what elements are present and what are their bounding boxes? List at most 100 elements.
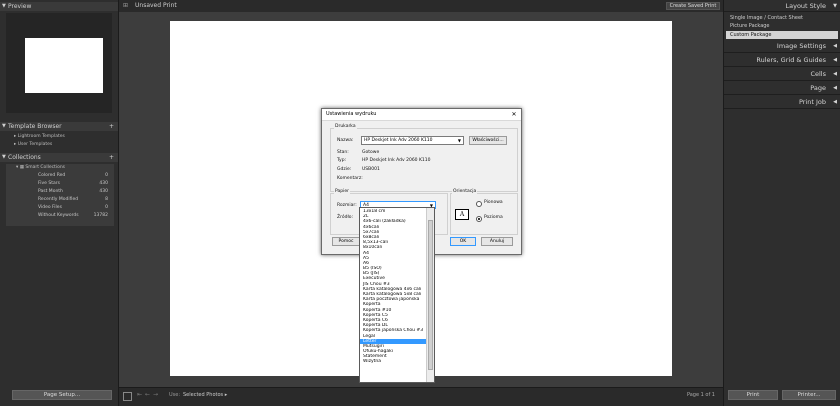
smart-collections-label: Smart Collections xyxy=(25,165,66,170)
section-label: Rulers, Grid & Guides xyxy=(756,56,826,64)
collection-name: Past Month xyxy=(38,189,63,194)
collection-count: 0 xyxy=(105,205,108,210)
collection-name: Video Files xyxy=(38,205,62,210)
collapse-triangle-icon: ▼ xyxy=(833,3,837,9)
collapse-triangle-icon: ▼ xyxy=(2,123,6,129)
left-panel: ▼ Preview ▼ Template Browser + ▸ Lightro… xyxy=(0,0,118,406)
page-setup-button[interactable]: Page Setup... xyxy=(12,390,112,400)
collection-count: 430 xyxy=(99,181,108,186)
dropdown-option[interactable]: Koperta japońska Chou #3 xyxy=(360,328,427,333)
section-label: Cells xyxy=(810,70,826,78)
section-page[interactable]: Page ◀ xyxy=(724,82,840,95)
use-label: Use: xyxy=(169,392,181,398)
chevron-down-icon: ▼ xyxy=(457,138,461,143)
ok-button[interactable]: OK xyxy=(450,237,476,246)
landscape-radio[interactable] xyxy=(476,216,482,222)
collection-name: Without Keywords xyxy=(38,213,79,218)
source-label: Źródło: xyxy=(337,215,353,220)
collection-item[interactable]: Colored Red 0 xyxy=(38,173,112,179)
create-saved-print-button[interactable]: Create Saved Print xyxy=(666,2,720,10)
top-bar: ⊞ Unsaved Print Create Saved Print xyxy=(119,0,723,12)
prev-page-icon[interactable]: ← xyxy=(145,391,150,398)
expand-triangle-icon: ◀ xyxy=(833,57,837,63)
portrait-label: Pionowa xyxy=(484,200,503,205)
preview-thumbnail xyxy=(25,38,103,93)
dropdown-items: 13x18 cm 2L 4x6-cali (zakładka) 4x6cali 5x7c… xyxy=(360,208,434,365)
scrollbar-thumb[interactable] xyxy=(428,220,433,370)
add-collection-icon[interactable]: + xyxy=(109,153,114,162)
cancel-button[interactable]: Anuluj xyxy=(481,237,513,246)
collection-name: Colored Red xyxy=(38,173,66,178)
where-label: Gdzie: xyxy=(337,167,352,172)
section-rulers-grid-guides[interactable]: Rulers, Grid & Guides ◀ xyxy=(724,54,840,67)
page-info: Page 1 of 1 xyxy=(686,392,715,398)
add-template-icon[interactable]: + xyxy=(109,122,114,131)
collection-item[interactable]: Recently Modified 8 xyxy=(38,197,112,203)
help-button[interactable]: Pomoc xyxy=(332,237,360,246)
grid-view-icon[interactable] xyxy=(123,392,132,401)
module-icon: ⊞ xyxy=(123,2,129,9)
printer-button[interactable]: Printer... xyxy=(782,390,836,400)
name-label: Nazwa: xyxy=(337,138,354,143)
paper-size-dropdown[interactable]: 13x18 cm 2L 4x6-cali (zakładka) 4x6cali 5x7c… xyxy=(359,207,435,383)
dropdown-option[interactable]: Wizytna xyxy=(360,359,427,364)
type-value: HP Deskjet Ink Adv 2060 K110 xyxy=(362,158,431,163)
folder-label: Lightroom Templates xyxy=(17,134,65,139)
section-label: Print Job xyxy=(798,98,826,106)
preview-header[interactable]: ▼ Preview xyxy=(0,2,118,11)
collections-label: Collections xyxy=(8,154,41,161)
collection-name: Five Stars xyxy=(38,181,60,186)
printer-group-label: Drukarka xyxy=(334,124,357,129)
printer-name-select[interactable]: HP Deskjet Ink Adv 2060 K110 ▼ xyxy=(361,136,464,145)
layout-style-header[interactable]: Layout Style ▼ xyxy=(724,0,840,12)
use-selector[interactable]: Selected Photos ▸ xyxy=(183,392,227,398)
section-cells[interactable]: Cells ◀ xyxy=(724,68,840,81)
expand-triangle-icon: ◀ xyxy=(833,85,837,91)
landscape-label: Pozioma xyxy=(484,215,503,220)
type-label: Typ: xyxy=(337,158,347,163)
template-folder-user[interactable]: ▸ User Templates xyxy=(14,142,112,148)
status-value: Gotowe xyxy=(362,150,380,155)
print-button[interactable]: Print xyxy=(728,390,778,400)
status-label: Stan: xyxy=(337,150,349,155)
section-print-job[interactable]: Print Job ◀ xyxy=(724,96,840,109)
collection-item[interactable]: Past Month 430 xyxy=(38,189,112,195)
smart-collections-folder[interactable]: ▾ ▦ Smart Collections xyxy=(16,165,112,171)
next-page-icon[interactable]: → xyxy=(153,391,158,398)
properties-button[interactable]: Właściwości... xyxy=(469,136,507,145)
collections-header[interactable]: ▼ Collections + xyxy=(0,153,118,162)
collection-count: 430 xyxy=(99,189,108,194)
bottom-toolbar: ⇤ ← → Use: Selected Photos ▸ Page 1 of 1 xyxy=(119,388,723,406)
template-browser-label: Template Browser xyxy=(8,123,62,130)
collapse-triangle-icon: ▼ xyxy=(2,154,6,160)
template-browser-header[interactable]: ▼ Template Browser + xyxy=(0,122,118,131)
size-label: Rozmiar: xyxy=(337,203,357,208)
layout-picture-package[interactable]: Picture Package xyxy=(726,22,838,30)
expand-triangle-icon: ◀ xyxy=(833,43,837,49)
collection-count: 0 xyxy=(105,173,108,178)
preview-label: Preview xyxy=(8,3,32,10)
paper-group-label: Papier xyxy=(334,189,350,194)
use-value: Selected Photos xyxy=(183,392,224,398)
template-folder-lightroom[interactable]: ▸ Lightroom Templates xyxy=(14,134,112,140)
close-icon[interactable]: ✕ xyxy=(509,111,519,118)
first-page-icon[interactable]: ⇤ xyxy=(137,391,142,398)
collection-count: 8 xyxy=(105,197,108,202)
portrait-radio[interactable] xyxy=(476,201,482,207)
collection-name: Recently Modified xyxy=(38,197,79,202)
dialog-title: Ustawienia wydruku xyxy=(326,111,377,117)
orientation-preview-icon: A xyxy=(455,209,469,220)
layout-custom-package[interactable]: Custom Package xyxy=(726,31,838,39)
where-value: USB001 xyxy=(362,167,380,172)
layout-single-image[interactable]: Single Image / Contact Sheet xyxy=(726,14,838,22)
collection-item[interactable]: Video Files 0 xyxy=(38,205,112,211)
folder-label: User Templates xyxy=(17,142,53,147)
collection-item[interactable]: Without Keywords 13782 xyxy=(38,213,112,219)
dropdown-scrollbar[interactable] xyxy=(426,208,434,382)
collection-count: 13782 xyxy=(93,213,108,218)
section-image-settings[interactable]: Image Settings ◀ xyxy=(724,40,840,53)
section-label: Image Settings xyxy=(776,42,826,50)
collection-item[interactable]: Five Stars 430 xyxy=(38,181,112,187)
expand-triangle-icon: ◀ xyxy=(833,99,837,105)
comment-label: Komentarz: xyxy=(337,176,363,181)
